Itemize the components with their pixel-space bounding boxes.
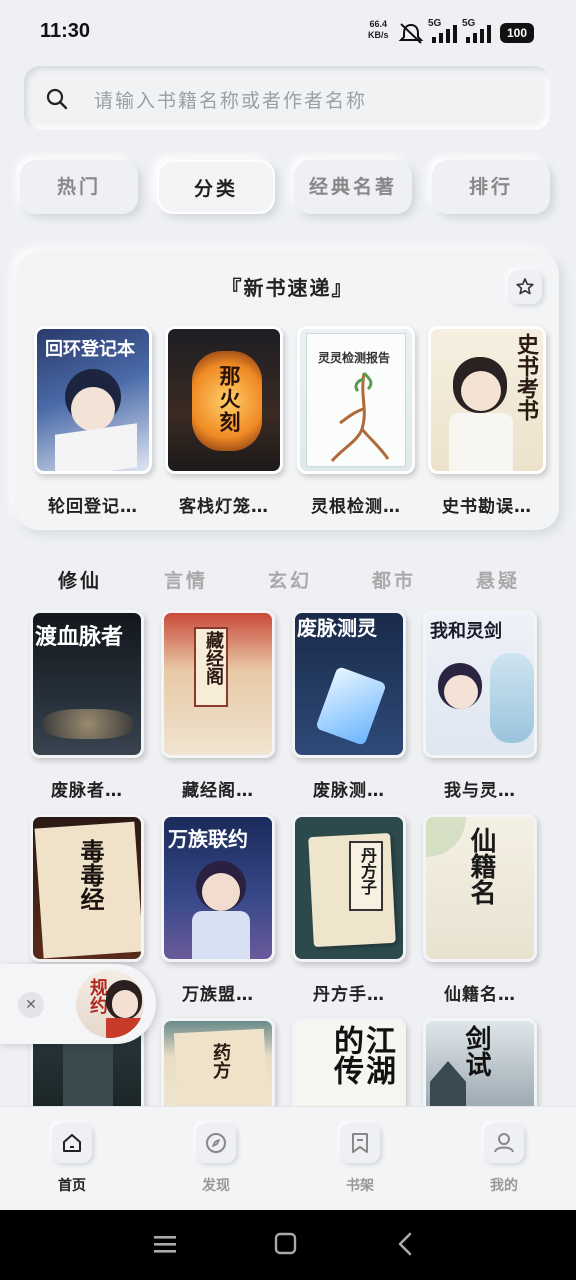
home-icon (52, 1123, 92, 1163)
user-icon (484, 1123, 524, 1163)
book-title[interactable]: 万族盟… (158, 980, 278, 1005)
book-title[interactable]: 丹方手… (289, 980, 409, 1005)
cover-text: 江湖的传 (328, 1025, 395, 1085)
book-title[interactable]: 史书勘误… (427, 492, 547, 517)
category-urban[interactable]: 都市 (372, 566, 416, 593)
net-speed-unit: KB/s (368, 30, 389, 40)
book-title[interactable]: 废脉者… (27, 776, 147, 801)
cover-text: 毒毒经 (76, 839, 105, 911)
cover-text: 那火刻 (217, 365, 242, 434)
search-placeholder: 请输入书籍名称或者作者名称 (94, 90, 368, 112)
clock: 11:30 (40, 20, 91, 42)
signal-1-icon: 5G (428, 18, 462, 44)
book-cover[interactable]: 万族联约 (161, 814, 275, 962)
mute-icon (398, 23, 424, 44)
nav-bookshelf-label: 书架 (346, 1178, 374, 1194)
category-fantasy[interactable]: 玄幻 (268, 566, 312, 593)
status-bar: 11:30 66.4 KB/s 5G 5G 100 (0, 0, 576, 64)
menu-icon[interactable] (154, 1234, 178, 1256)
cover-text: 我和灵剑 (430, 621, 502, 642)
cover-text: 丹方子 (358, 847, 377, 895)
system-nav-bar (0, 1210, 576, 1280)
bookmark-icon (340, 1123, 380, 1163)
nav-profile[interactable]: 我的 (454, 1107, 554, 1211)
star-button[interactable] (508, 270, 542, 304)
book-cover[interactable]: 我和灵剑 (423, 610, 537, 758)
book-cover[interactable]: 藏经阁 (161, 610, 275, 758)
search-icon (46, 88, 68, 110)
book-title[interactable]: 仙籍名… (420, 980, 540, 1005)
cover-text: 万族联约 (168, 827, 248, 851)
cover-text: 渡血脉者 (35, 624, 124, 650)
book-cover[interactable]: 江湖的传 (292, 1018, 406, 1110)
book-title[interactable]: 客栈灯笼… (164, 492, 284, 517)
search-input[interactable]: 请输入书籍名称或者作者名称 (24, 66, 550, 130)
cover-text: 废脉测灵 (297, 616, 377, 640)
floating-reading-widget[interactable]: ✕ 规约 (0, 964, 156, 1044)
book-cover[interactable]: 毒毒经 (30, 814, 144, 962)
cover-text: 史书考书 (513, 333, 539, 421)
star-icon (516, 278, 534, 295)
bottom-nav: 首页 发现 书架 我的 (0, 1106, 576, 1210)
net-speed-value: 66.4 (369, 19, 388, 29)
tab-hot[interactable]: 热门 (20, 160, 138, 214)
book-cover[interactable]: 那火刻 (165, 326, 283, 474)
floating-cover: 规约 (76, 970, 144, 1038)
nav-discover-label: 发现 (202, 1178, 230, 1194)
book-title[interactable]: 我与灵… (420, 776, 540, 801)
cover-text: 仙籍名 (466, 827, 496, 905)
signal-2-icon: 5G (462, 18, 496, 44)
book-title[interactable]: 废脉测… (289, 776, 409, 801)
category-mystery[interactable]: 悬疑 (476, 566, 520, 593)
book-cover[interactable]: 仙籍名 (423, 814, 537, 962)
close-icon[interactable]: ✕ (18, 992, 44, 1018)
book-cover[interactable]: 渡血脉者 (30, 610, 144, 758)
book-cover[interactable]: 剑试 (423, 1018, 537, 1110)
new-books-title: 『新书速递』 (221, 276, 354, 300)
book-cover[interactable]: 废脉测灵 (292, 610, 406, 758)
tab-ranking[interactable]: 排行 (432, 160, 550, 214)
battery-icon: 100 (500, 23, 534, 43)
book-title[interactable]: 藏经阁… (158, 776, 278, 801)
nav-home-label: 首页 (58, 1178, 86, 1194)
nav-bookshelf[interactable]: 书架 (310, 1107, 410, 1211)
book-cover[interactable]: 回环登记本 (34, 326, 152, 474)
cover-text: 回环登记本 (45, 339, 135, 360)
book-cover[interactable]: 灵灵检测报告 (297, 326, 415, 474)
tab-classics[interactable]: 经典名著 (294, 160, 412, 214)
net-speed: 66.4 KB/s (368, 19, 389, 41)
book-cover[interactable]: 药方 (161, 1018, 275, 1110)
book-cover[interactable]: 史书考书 (428, 326, 546, 474)
nav-home[interactable]: 首页 (22, 1107, 122, 1211)
nav-discover[interactable]: 发现 (166, 1107, 266, 1211)
cover-text: 剑试 (461, 1025, 491, 1077)
book-title[interactable]: 灵根检测… (296, 492, 416, 517)
cover-text: 藏经阁 (203, 631, 224, 685)
book-title[interactable]: 轮回登记… (33, 492, 153, 517)
compass-icon (196, 1123, 236, 1163)
category-xiuxian[interactable]: 修仙 (58, 566, 102, 593)
cover-text: 灵灵检测报告 (318, 351, 391, 365)
back-icon[interactable] (396, 1232, 416, 1258)
book-cover[interactable]: 丹方子 (292, 814, 406, 962)
category-romance[interactable]: 言情 (164, 566, 208, 593)
cover-text: 药方 (210, 1043, 231, 1079)
tab-category[interactable]: 分类 (157, 160, 275, 214)
home-button-icon[interactable] (274, 1232, 298, 1256)
nav-profile-label: 我的 (490, 1178, 518, 1194)
